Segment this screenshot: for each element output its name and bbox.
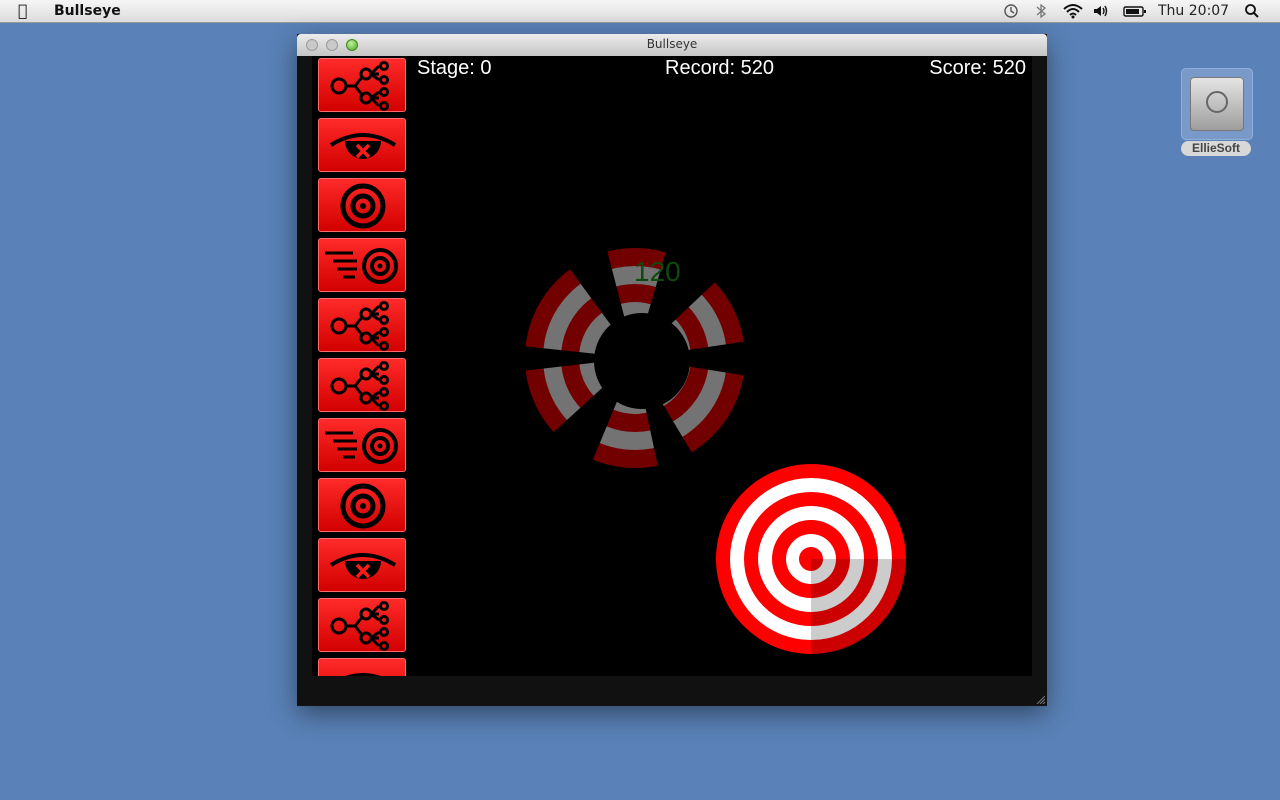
powerup-tile[interactable] — [318, 598, 406, 652]
blind-eye-icon — [329, 553, 397, 579]
hard-drive-icon[interactable] — [1181, 68, 1253, 140]
powerup-tile[interactable] — [318, 238, 406, 292]
record-label: Record: 520 — [665, 57, 774, 79]
game-canvas[interactable]: Stage: 0 Record: 520 Score: 520 120 — [312, 56, 1032, 676]
bluetooth-icon[interactable] — [1035, 3, 1047, 23]
floating-points: 120 — [634, 256, 681, 287]
window-content: Stage: 0 Record: 520 Score: 520 120 — [297, 56, 1047, 706]
powerup-tile[interactable] — [318, 358, 406, 412]
volume-icon[interactable] — [1092, 3, 1110, 23]
score-label: Score: 520 — [929, 57, 1026, 79]
window-titlebar[interactable]: Bullseye — [297, 34, 1047, 57]
fast-target-icon — [325, 428, 398, 464]
powerup-tile[interactable] — [318, 118, 406, 172]
powerup-tile[interactable] — [318, 658, 406, 676]
powerup-sidebar — [318, 56, 406, 676]
game-window: Bullseye Stage: 0 Record: 520 Score: 520 — [297, 34, 1047, 706]
powerup-tile[interactable] — [318, 58, 406, 112]
multi-split-icon — [330, 301, 389, 351]
battery-icon[interactable] — [1123, 3, 1147, 23]
powerup-tile[interactable] — [318, 418, 406, 472]
powerup-tile[interactable] — [318, 298, 406, 352]
clock[interactable]: Thu 20:07 — [1158, 3, 1229, 19]
resize-grip-icon[interactable] — [1035, 694, 1045, 704]
blind-eye-icon — [329, 133, 397, 159]
stage-label: Stage: 0 — [417, 57, 492, 79]
multi-split-icon — [330, 601, 389, 651]
menu-bar:  Bullseye Thu 20:07 — [0, 0, 1280, 23]
wifi-icon[interactable] — [1062, 3, 1084, 23]
apple-icon[interactable]:  — [18, 1, 28, 20]
target-icon — [340, 183, 386, 229]
window-title: Bullseye — [646, 37, 698, 51]
multi-split-icon — [330, 61, 389, 111]
powerup-tile[interactable] — [318, 478, 406, 532]
app-menu[interactable]: Bullseye — [54, 3, 121, 19]
multi-split-icon — [330, 361, 389, 411]
time-machine-icon[interactable] — [1003, 3, 1019, 23]
powerup-tile[interactable] — [318, 538, 406, 592]
bullseye-target[interactable] — [715, 463, 907, 655]
fast-target-icon — [325, 248, 398, 284]
powerup-tile[interactable] — [318, 178, 406, 232]
target-icon — [340, 483, 386, 529]
blind-eye-icon — [345, 673, 381, 676]
hard-drive-label[interactable]: EllieSoft — [1181, 141, 1251, 156]
spotlight-icon[interactable] — [1244, 3, 1260, 23]
